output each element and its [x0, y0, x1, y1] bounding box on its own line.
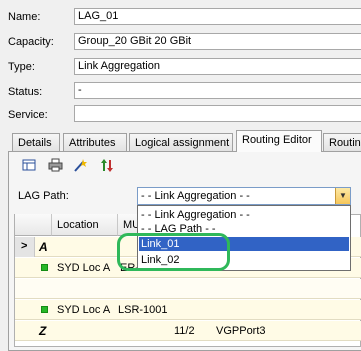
status-indicator — [41, 264, 48, 271]
name-field[interactable]: LAG_01 — [74, 8, 361, 25]
tab-attributes[interactable]: Attributes — [63, 133, 127, 151]
status-label: Status: — [8, 86, 43, 98]
service-label: Service: — [8, 109, 48, 121]
print-icon[interactable] — [46, 158, 64, 176]
sort-arrows-icon[interactable] — [98, 158, 116, 176]
endpoint-z-label: Z — [39, 324, 47, 338]
dropdown-option-lag-path[interactable]: - - LAG Path - - — [139, 222, 349, 232]
status-field[interactable]: - — [74, 82, 361, 99]
lag-path-select[interactable]: - - Link Aggregation - - ▼ — [137, 187, 351, 205]
type-label: Type: — [8, 61, 35, 73]
mu-cell: LSR-1001 — [118, 304, 168, 316]
route-wand-icon[interactable] — [71, 158, 89, 176]
interface-cell: VGPPort3 — [216, 325, 266, 337]
tab-routing-more[interactable]: Routin — [323, 133, 361, 151]
location-cell: SYD Loc A — [57, 262, 111, 274]
type-field[interactable]: Link Aggregation — [74, 58, 361, 75]
dropdown-option-link-aggregation[interactable]: - - Link Aggregation - - — [139, 208, 349, 222]
name-label: Name: — [8, 11, 41, 23]
status-indicator — [41, 306, 48, 313]
grid-header-location[interactable]: Location — [52, 214, 118, 236]
tab-logical-assignment[interactable]: Logical assignment — [129, 133, 233, 151]
capacity-label: Capacity: — [8, 36, 54, 48]
location-cell: SYD Loc A — [57, 304, 111, 316]
capacity-field[interactable]: Group_20 GBit 20 GBit — [74, 33, 361, 50]
lag-path-label: LAG Path: — [18, 190, 69, 202]
chevron-down-icon[interactable]: ▼ — [335, 188, 350, 204]
port-cell: 11/2 — [174, 325, 195, 337]
tab-routing-editor[interactable]: Routing Editor — [236, 130, 322, 152]
grid-header-corner — [15, 214, 52, 236]
service-field[interactable] — [74, 105, 361, 122]
endpoint-a-label: A — [39, 240, 48, 254]
table-row[interactable] — [15, 279, 361, 299]
tab-details[interactable]: Details — [12, 133, 60, 151]
current-row-marker: > — [21, 240, 28, 252]
highlight-annotation-ring — [117, 233, 230, 271]
lag-path-selected-value: - - Link Aggregation - - — [141, 190, 250, 202]
table-icon[interactable] — [20, 158, 38, 176]
